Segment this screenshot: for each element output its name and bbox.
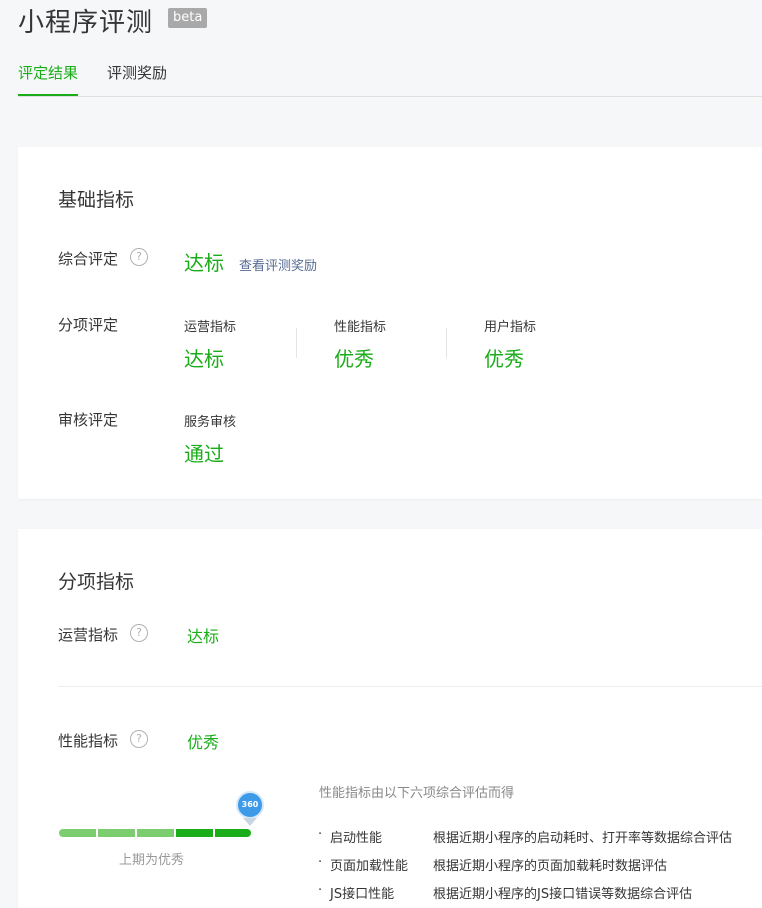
tab-evaluation-results[interactable]: 评定结果 bbox=[18, 62, 79, 96]
pin-pointer-icon bbox=[243, 818, 257, 826]
sub-rating-performance-value: 优秀 bbox=[334, 347, 374, 371]
performance-indicator-value: 优秀 bbox=[187, 733, 220, 752]
level-segment bbox=[215, 829, 251, 837]
review-rating-label: 审核评定 bbox=[58, 411, 119, 429]
perf-item-name: 启动性能 bbox=[330, 831, 383, 846]
detail-indicators-title: 分项指标 bbox=[58, 571, 135, 593]
perf-item-name: JS接口性能 bbox=[330, 887, 395, 902]
operation-indicator-value: 达标 bbox=[187, 627, 220, 646]
level-segment bbox=[176, 829, 213, 837]
help-icon[interactable]: ? bbox=[130, 248, 148, 266]
bullet-icon: · bbox=[318, 855, 323, 870]
page-title: 小程序评测 bbox=[18, 8, 154, 38]
sub-rating-user-value: 优秀 bbox=[484, 347, 524, 371]
perf-item-desc: 根据近期小程序的JS接口错误等数据综合评估 bbox=[433, 887, 693, 902]
last-period-note: 上期为优秀 bbox=[119, 853, 185, 868]
score-pin-icon: 360 bbox=[236, 791, 264, 819]
help-icon[interactable]: ? bbox=[130, 624, 148, 642]
detail-indicators-card: 分项指标 运营指标 ? 达标 性能指标 ? 优秀 360 上期为优秀 性能指标由… bbox=[18, 529, 762, 908]
perf-item-name: 页面加载性能 bbox=[330, 859, 409, 874]
level-segment bbox=[98, 829, 135, 837]
sub-rating-performance-name: 性能指标 bbox=[334, 320, 387, 335]
performance-indicator-label: 性能指标 bbox=[58, 732, 119, 750]
sub-rating-operation-value: 达标 bbox=[184, 347, 224, 371]
basic-indicators-title: 基础指标 bbox=[58, 189, 135, 211]
overall-rating-value: 达标 bbox=[184, 251, 224, 275]
view-rewards-link[interactable]: 查看评测奖励 bbox=[239, 255, 317, 274]
overall-rating-label: 综合评定 bbox=[58, 250, 119, 268]
divider bbox=[446, 328, 447, 358]
bullet-icon: · bbox=[318, 827, 323, 842]
performance-intro: 性能指标由以下六项综合评估而得 bbox=[319, 786, 515, 801]
sub-rating-user-name: 用户指标 bbox=[484, 320, 537, 335]
basic-indicators-card: 基础指标 综合评定 ? 达标 查看评测奖励 分项评定 运营指标 达标 性能指标 … bbox=[18, 147, 762, 499]
operation-indicator-label: 运营指标 bbox=[58, 626, 119, 644]
sub-rating-operation-name: 运营指标 bbox=[184, 320, 237, 335]
perf-item-desc: 根据近期小程序的启动耗时、打开率等数据综合评估 bbox=[433, 831, 733, 846]
level-segment bbox=[59, 829, 96, 837]
header-divider bbox=[18, 96, 762, 97]
divider bbox=[296, 328, 297, 358]
level-segment bbox=[137, 829, 174, 837]
beta-badge: beta bbox=[168, 8, 208, 28]
tab-evaluation-rewards[interactable]: 评测奖励 bbox=[107, 62, 167, 83]
perf-item-desc: 根据近期小程序的页面加载耗时数据评估 bbox=[433, 859, 668, 874]
page-header: 小程序评测 beta 评定结果 评测奖励 bbox=[0, 0, 762, 97]
bullet-icon: · bbox=[318, 883, 323, 898]
help-icon[interactable]: ? bbox=[130, 730, 148, 748]
section-divider bbox=[58, 686, 762, 687]
service-review-name: 服务审核 bbox=[184, 415, 237, 430]
sub-rating-label: 分项评定 bbox=[58, 316, 119, 334]
service-review-value: 通过 bbox=[184, 442, 224, 466]
